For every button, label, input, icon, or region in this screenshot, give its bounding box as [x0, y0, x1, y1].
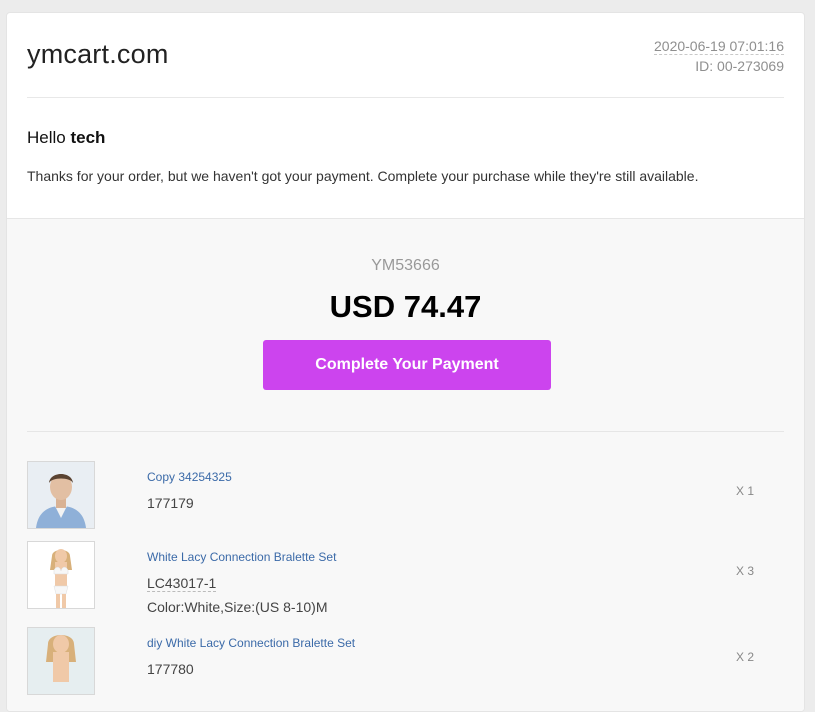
- item-quantity: X 3: [735, 564, 754, 578]
- item-name-link[interactable]: White Lacy Connection Bralette Set: [147, 550, 336, 564]
- order-panel: YM53666 USD 74.47 Complete Your Payment: [7, 218, 804, 711]
- email-header: ymcart.com 2020-06-19 07:01:16 ID: 00-27…: [7, 13, 804, 98]
- product-thumbnail[interactable]: [27, 541, 95, 609]
- complete-payment-button[interactable]: Complete Your Payment: [263, 340, 551, 390]
- greeting-name: tech: [70, 128, 106, 147]
- item-name-link[interactable]: diy White Lacy Connection Bralette Set: [147, 636, 355, 650]
- item-quantity: X 1: [735, 484, 754, 498]
- item-attributes: Color:White,Size:(US 8-10)M: [147, 599, 328, 615]
- product-thumbnail[interactable]: [27, 627, 95, 695]
- email-card: ymcart.com 2020-06-19 07:01:16 ID: 00-27…: [6, 12, 805, 712]
- order-total: USD 74.47: [329, 289, 482, 324]
- header-divider: [27, 97, 784, 98]
- item-sku: 177179: [147, 495, 194, 511]
- product-thumbnail[interactable]: [27, 461, 95, 529]
- item-sku: LC43017-1: [147, 575, 217, 592]
- order-id-label: ID: 00-273069: [695, 58, 784, 74]
- item-quantity: X 2: [735, 650, 754, 664]
- greeting: Hello tech: [27, 128, 105, 148]
- panel-divider: [27, 431, 784, 432]
- white-lingerie-photo-icon: [28, 542, 94, 608]
- order-meta: 2020-06-19 07:01:16 ID: 00-273069: [654, 36, 784, 76]
- man-in-blue-shirt-photo-icon: [28, 462, 94, 528]
- reminder-message: Thanks for your order, but we haven't go…: [27, 168, 699, 184]
- site-title[interactable]: ymcart.com: [27, 39, 169, 70]
- white-lingerie-photo-icon: [28, 628, 94, 694]
- order-number: YM53666: [371, 257, 440, 274]
- order-datetime[interactable]: 2020-06-19 07:01:16: [654, 38, 784, 55]
- item-sku: 177780: [147, 661, 194, 677]
- greeting-hello: Hello: [27, 128, 66, 147]
- item-name-link[interactable]: Copy 34254325: [147, 470, 232, 484]
